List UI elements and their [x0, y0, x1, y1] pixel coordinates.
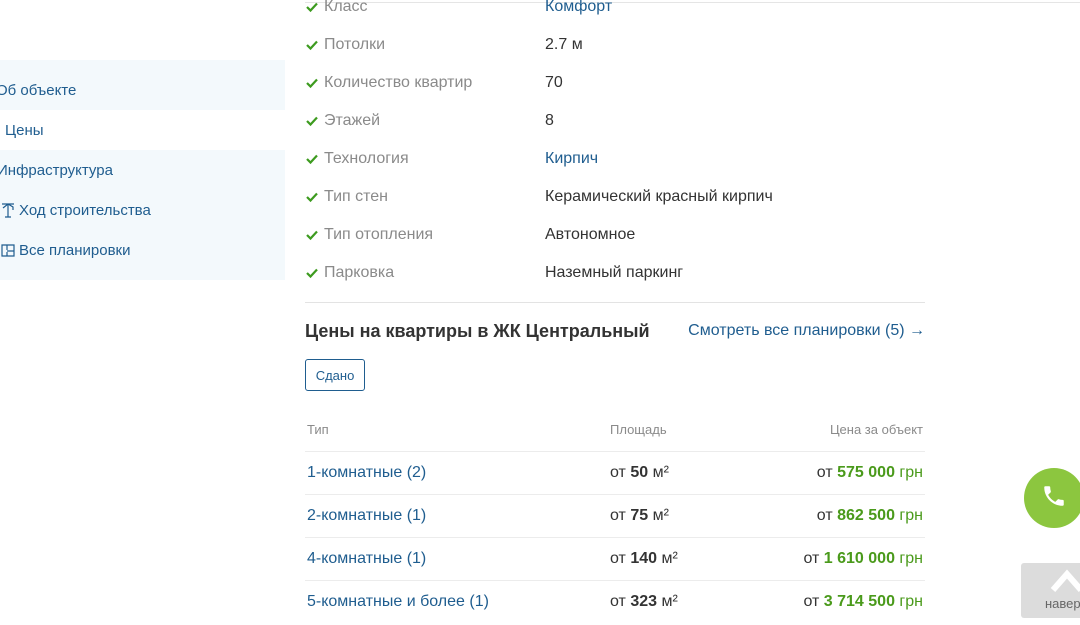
price-cell: от 3 714 500 грн	[803, 593, 923, 610]
crane-icon	[0, 202, 16, 218]
scroll-to-top-label: навер	[1045, 596, 1080, 611]
property-row-technology: Технология Кирпич	[305, 147, 925, 171]
prices-title: Цены на квартиры в ЖК Центральный	[305, 321, 650, 341]
apartment-type-link[interactable]: 2-комнатные (1)	[307, 507, 426, 525]
column-header-type: Тип	[307, 422, 329, 437]
sidebar-item-label: Инфраструктура	[0, 161, 113, 179]
check-icon	[305, 228, 319, 242]
apartment-type-link[interactable]: 4-комнатные (1)	[307, 550, 426, 568]
price-cell: от 575 000 грн	[816, 464, 923, 481]
check-icon	[305, 266, 319, 280]
column-header-area: Площадь	[610, 422, 667, 437]
area-cell: от 323 м²	[610, 593, 678, 610]
property-row-class: Класс Комфорт	[305, 0, 925, 19]
sidebar-item-label: Все планировки	[19, 241, 131, 259]
property-label: Потолки	[324, 36, 386, 53]
property-label: Технология	[324, 150, 409, 167]
sidebar-item-about[interactable]: Об объекте	[0, 70, 285, 110]
sidebar-item-label: Цены	[5, 121, 44, 139]
scroll-to-top-button[interactable]: навер	[1021, 563, 1080, 618]
sidebar-item-floorplans[interactable]: Все планировки	[0, 230, 285, 270]
table-row: 2-комнатные (1) от 75 м² от 862 500 грн	[305, 494, 925, 537]
price-icon	[0, 122, 4, 138]
area-cell: от 75 м²	[610, 507, 669, 524]
price-cell: от 1 610 000 грн	[803, 550, 923, 567]
area-cell: от 140 м²	[610, 550, 678, 567]
property-label: Тип стен	[324, 188, 388, 205]
phone-icon	[1041, 483, 1067, 514]
property-value: 70	[545, 74, 563, 91]
property-value-link[interactable]: Комфорт	[545, 0, 612, 16]
sidebar-item-label: Ход строительства	[19, 201, 151, 219]
view-all-floorplans-link[interactable]: Смотреть все планировки (5) →	[688, 322, 925, 340]
property-label: Этажей	[324, 112, 381, 129]
apartment-type-link[interactable]: 1-комнатные (2)	[307, 464, 426, 482]
property-label: Тип отопления	[324, 226, 434, 243]
property-row-walls: Тип стен Керамический красный кирпич	[305, 185, 925, 209]
column-header-price: Цена за объект	[829, 422, 923, 437]
check-icon	[305, 190, 319, 204]
property-value: 2.7 м	[545, 36, 583, 53]
sidebar-item-infrastructure[interactable]: Инфраструктура	[0, 150, 285, 190]
table-row: 4-комнатные (1) от 140 м² от 1 610 000 г…	[305, 537, 925, 580]
property-label: Количество квартир	[324, 74, 473, 91]
property-value: Керамический красный кирпич	[545, 188, 773, 205]
check-icon	[305, 152, 319, 166]
price-cell: от 862 500 грн	[816, 507, 923, 524]
property-row-floors: Этажей 8	[305, 109, 925, 133]
table-row: 5-комнатные и более (1) от 323 м² от 3 7…	[305, 580, 925, 623]
apartment-type-link[interactable]: 5-комнатные и более (1)	[307, 593, 489, 611]
table-row: 1-комнатные (2) от 50 м² от 575 000 грн	[305, 451, 925, 494]
property-row-apartments: Количество квартир 70	[305, 71, 925, 95]
arrow-up-icon	[1049, 566, 1080, 599]
property-row-ceilings: Потолки 2.7 м	[305, 33, 925, 57]
sidebar-nav: Об объекте Цены Инфраструктура Ход строи…	[0, 60, 285, 280]
status-filter-button[interactable]: Сдано	[305, 359, 365, 391]
sidebar-item-prices[interactable]: Цены	[0, 110, 285, 150]
property-row-heating: Тип отопления Автономное	[305, 223, 925, 247]
property-value: 8	[545, 112, 554, 129]
property-value: Наземный паркинг	[545, 264, 684, 281]
area-cell: от 50 м²	[610, 464, 669, 481]
property-row-parking: Парковка Наземный паркинг	[305, 261, 925, 285]
sidebar-item-construction[interactable]: Ход строительства	[0, 190, 285, 230]
property-label: Класс	[324, 0, 368, 15]
check-icon	[305, 114, 319, 128]
check-icon	[305, 38, 319, 52]
property-label: Парковка	[324, 264, 395, 281]
call-button[interactable]	[1024, 468, 1080, 528]
property-value-link[interactable]: Кирпич	[545, 150, 598, 168]
check-icon	[305, 76, 319, 90]
floorplan-icon	[0, 242, 16, 258]
sidebar-item-label: Об объекте	[0, 81, 77, 99]
check-icon	[305, 0, 319, 14]
section-divider	[305, 302, 925, 303]
property-value: Автономное	[545, 226, 636, 243]
